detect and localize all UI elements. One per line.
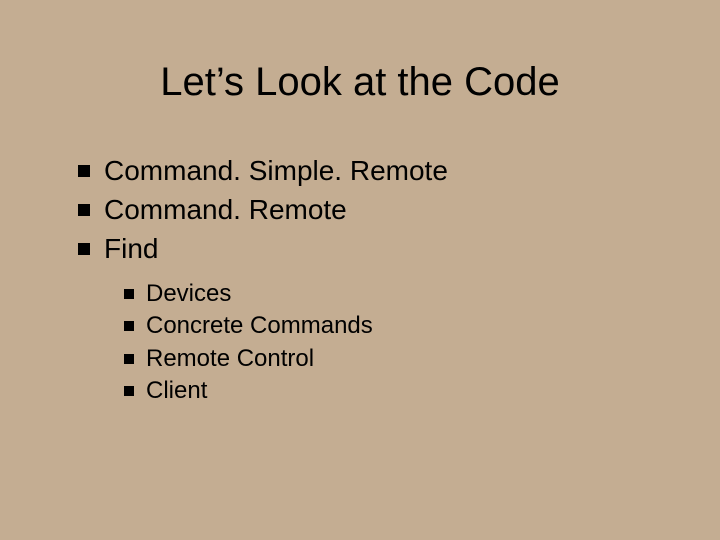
list-item: Command. Remote [78,192,670,229]
list-item-label: Find [104,231,158,268]
list-item: Devices [124,278,670,310]
square-bullet-icon [124,321,134,331]
list-item-label: Remote Control [146,343,314,375]
square-bullet-icon [124,354,134,364]
square-bullet-icon [78,243,90,255]
list-item-label: Command. Remote [104,192,347,229]
list-item: Concrete Commands [124,310,670,342]
list-item-label: Command. Simple. Remote [104,153,448,190]
list-item-label: Devices [146,278,231,310]
list-item: Remote Control [124,343,670,375]
slide: Let’s Look at the Code Command. Simple. … [0,0,720,540]
bullet-list-level-2: Devices Concrete Commands Remote Control… [50,278,670,408]
square-bullet-icon [78,165,90,177]
list-item-label: Concrete Commands [146,310,373,342]
square-bullet-icon [78,204,90,216]
list-item: Find [78,231,670,268]
square-bullet-icon [124,386,134,396]
list-item: Command. Simple. Remote [78,153,670,190]
list-item-label: Client [146,375,207,407]
slide-title: Let’s Look at the Code [50,60,670,105]
bullet-list-level-1: Command. Simple. Remote Command. Remote … [50,153,670,268]
square-bullet-icon [124,289,134,299]
list-item: Client [124,375,670,407]
